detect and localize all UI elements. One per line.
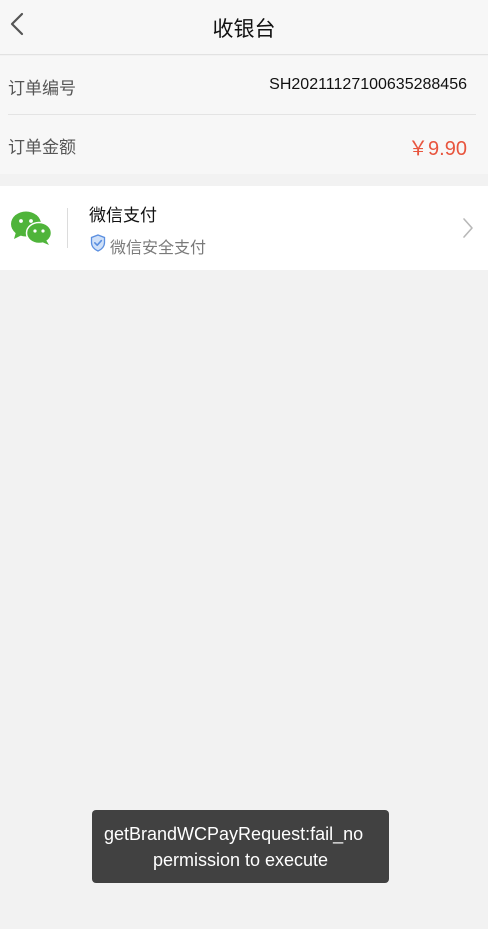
- shield-check-icon: [90, 234, 106, 252]
- wechat-icon: [11, 211, 52, 245]
- payment-method-subtitle: 微信安全支付: [110, 238, 207, 257]
- wechat-pay-option[interactable]: 微信支付 微信安全支付: [0, 186, 488, 270]
- toast-message-line-1: getBrandWCPayRequest:fail_no: [104, 824, 364, 844]
- chevron-right-icon: [463, 218, 473, 238]
- order-amount-value: ￥9.90: [408, 138, 467, 160]
- error-toast: getBrandWCPayRequest:fail_no permission …: [92, 810, 389, 883]
- order-info-card: 订单编号 SH20211127100635288456 订单金额 ￥9.90: [0, 56, 488, 174]
- order-number-value: SH20211127100635288456: [269, 76, 467, 93]
- vertical-divider: [67, 208, 68, 248]
- payment-method-name: 微信支付: [89, 206, 157, 226]
- navigation-bar: 收银台: [0, 0, 488, 55]
- order-amount-label: 订单金额: [8, 138, 76, 158]
- toast-message-line-2: permission to execute: [152, 850, 329, 870]
- order-number-row: 订单编号 SH20211127100635288456: [0, 56, 488, 114]
- order-number-label: 订单编号: [8, 79, 76, 99]
- page-title: 收银台: [212, 17, 276, 41]
